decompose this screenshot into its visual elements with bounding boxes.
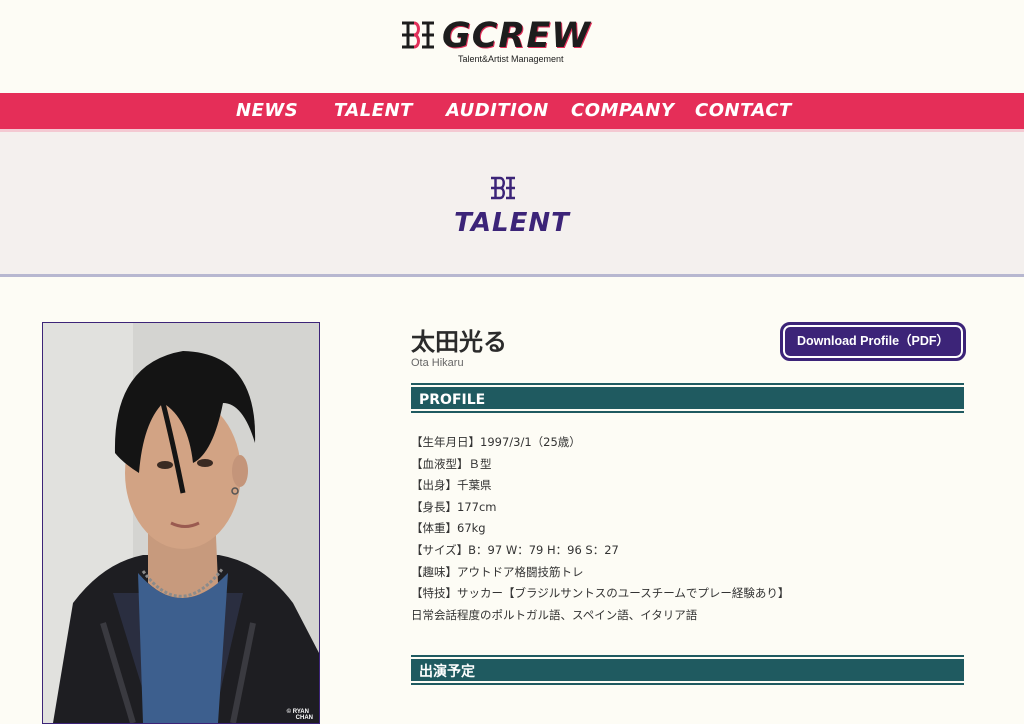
main-nav: NEWS TALENT AUDITION COMPANY CONTACT (0, 93, 1024, 132)
logo-mark-icon (402, 21, 434, 49)
page-title-band: TALENT (0, 132, 1024, 277)
talent-photo: © RYAN CHAN (42, 322, 320, 724)
profile-details-list: 【生年月日】1997/3/1（25歳） 【血液型】Ｂ型 【出身】千葉県 【身長】… (411, 432, 964, 626)
nav-item-audition[interactable]: AUDITION (446, 93, 549, 129)
photo-credit: © RYAN CHAN (287, 709, 313, 721)
schedule-section-header: 出演予定 (411, 655, 964, 685)
site-header: GCREW Talent&Artist Management (0, 0, 1024, 93)
profile-detail-skills: 【特技】サッカー【ブラジルサントスのユースチームでプレー経験あり】 (411, 586, 790, 601)
profile-detail-birthdate: 【生年月日】1997/3/1（25歳） (411, 435, 581, 449)
nav-item-talent[interactable]: TALENT (334, 93, 413, 129)
talent-portrait-image (43, 323, 319, 723)
download-profile-button[interactable]: Download Profile（PDF） (780, 322, 966, 361)
profile-detail-blood-type: 【血液型】Ｂ型 (411, 456, 492, 471)
page-title: TALENT (454, 208, 570, 238)
talent-name-en: Ota Hikaru (411, 357, 464, 369)
profile-detail-height: 【身長】177cm (411, 499, 497, 514)
talent-name-jp: 太田光る (411, 328, 507, 356)
site-logo[interactable]: GCREW Talent&Artist Management (400, 14, 610, 72)
profile-detail-weight: 【体重】67kg (411, 521, 486, 536)
profile-section-header: PROFILE (411, 383, 964, 413)
brand-mark-icon (491, 176, 515, 200)
logo-wordmark: GCREW (442, 16, 591, 56)
profile-detail-hometown: 【出身】千葉県 (411, 478, 492, 493)
nav-item-contact[interactable]: CONTACT (695, 93, 792, 129)
profile-detail-languages: 日常会話程度のポルトガル語、スペイン語、イタリア語 (411, 607, 698, 622)
profile-detail-hobbies: 【趣味】アウトドア格闘技筋トレ (411, 564, 584, 579)
photo-credit-line2: CHAN (295, 715, 313, 721)
nav-item-company[interactable]: COMPANY (571, 93, 675, 129)
profile-detail-sizes: 【サイズ】B：97 W：79 H：96 S：27 (411, 542, 619, 557)
logo-tagline: Talent&Artist Management (458, 54, 564, 64)
nav-item-news[interactable]: NEWS (236, 93, 298, 129)
